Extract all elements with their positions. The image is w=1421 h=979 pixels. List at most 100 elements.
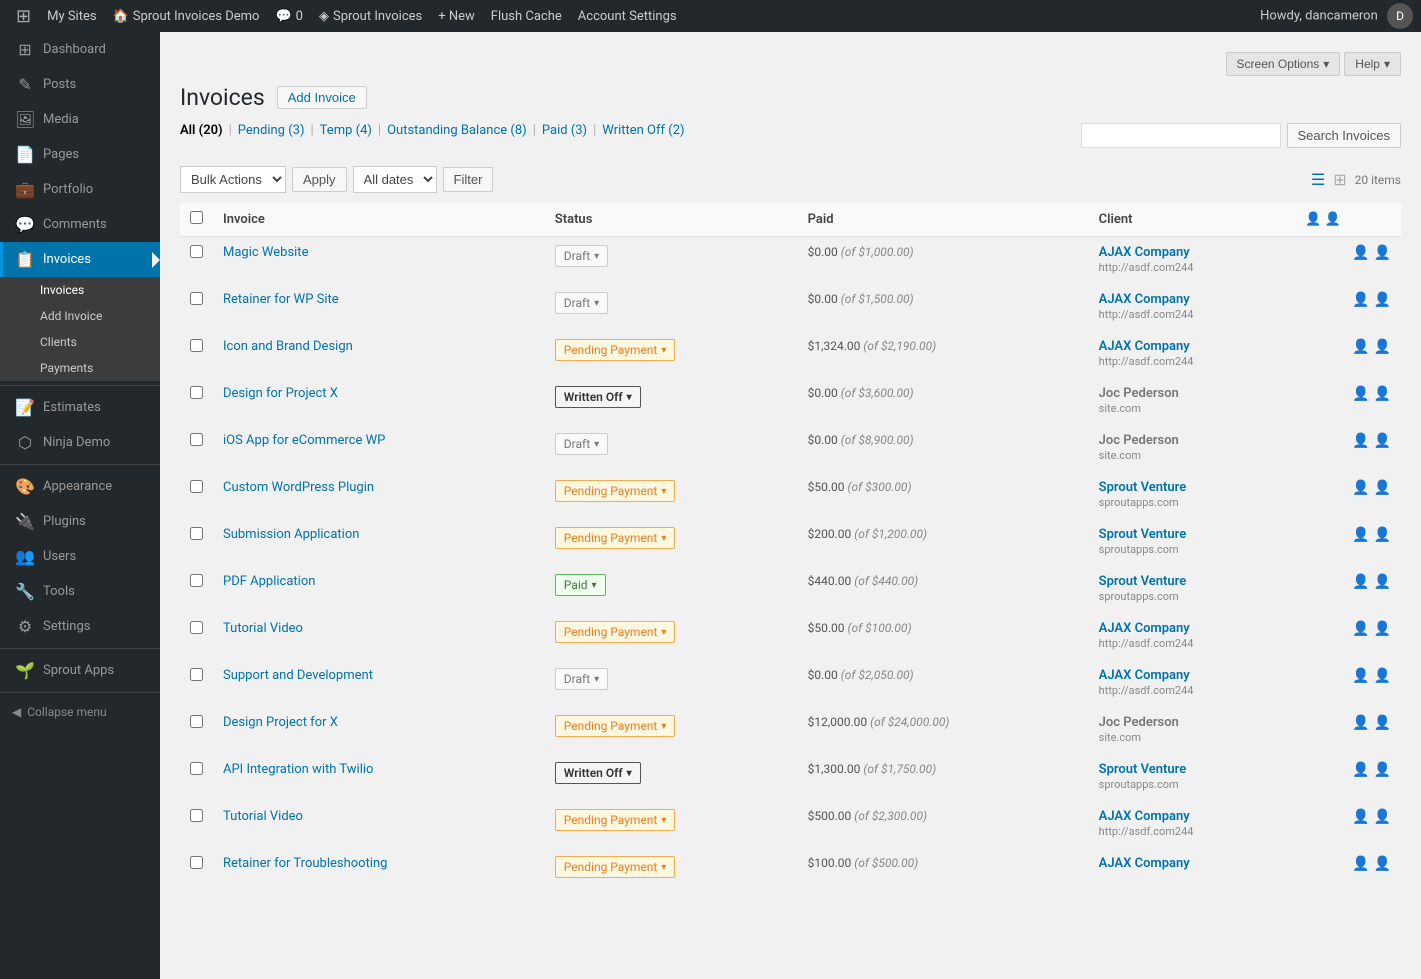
status-badge[interactable]: Pending Payment ▾	[555, 480, 676, 502]
view-icon[interactable]: 👤	[1374, 856, 1391, 872]
client-link[interactable]: AJAX Company	[1099, 245, 1190, 260]
my-sites-menu[interactable]: My Sites	[39, 0, 104, 32]
view-icon[interactable]: 👤	[1374, 668, 1391, 684]
invoice-link[interactable]: Tutorial Video	[223, 809, 303, 824]
view-icon[interactable]: 👤	[1374, 574, 1391, 590]
status-badge[interactable]: Draft ▾	[555, 245, 608, 267]
sidebar-item-comments[interactable]: 💬 Comments	[0, 207, 160, 242]
status-badge[interactable]: Pending Payment ▾	[555, 856, 676, 878]
row-checkbox[interactable]	[190, 245, 203, 258]
view-icon[interactable]: 👤	[1374, 480, 1391, 496]
flush-cache-link[interactable]: Flush Cache	[483, 0, 570, 32]
sidebar-item-sprout-apps[interactable]: 🌱 Sprout Apps	[0, 653, 160, 688]
row-checkbox[interactable]	[190, 668, 203, 681]
search-invoices-btn[interactable]: Search Invoices	[1287, 123, 1402, 148]
status-badge[interactable]: Written Off ▾	[555, 386, 641, 408]
filter-outstanding[interactable]: Outstanding Balance (8)	[387, 123, 527, 138]
client-link[interactable]: Joc Pederson	[1099, 433, 1179, 448]
edit-icon[interactable]: 👤	[1352, 715, 1369, 731]
status-badge[interactable]: Draft ▾	[555, 668, 608, 690]
row-checkbox[interactable]	[190, 762, 203, 775]
bulk-actions-select[interactable]: Bulk Actions	[180, 166, 286, 193]
client-link[interactable]: AJAX Company	[1099, 339, 1190, 354]
sidebar-item-pages[interactable]: 📄 Pages	[0, 137, 160, 172]
sidebar-item-tools[interactable]: 🔧 Tools	[0, 574, 160, 609]
select-all-checkbox[interactable]	[190, 211, 203, 224]
new-content-menu[interactable]: + New	[430, 0, 483, 32]
sidebar-item-dashboard[interactable]: ⊞ Dashboard	[0, 32, 160, 67]
invoice-link[interactable]: Tutorial Video	[223, 621, 303, 636]
invoice-link[interactable]: Magic Website	[223, 245, 308, 260]
view-icon[interactable]: 👤	[1374, 809, 1391, 825]
row-checkbox[interactable]	[190, 433, 203, 446]
submenu-clients[interactable]: Clients	[0, 329, 160, 355]
sidebar-item-invoices[interactable]: 📋 Invoices	[0, 242, 160, 277]
row-checkbox[interactable]	[190, 480, 203, 493]
status-badge[interactable]: Paid ▾	[555, 574, 606, 596]
apply-btn[interactable]: Apply	[292, 167, 347, 192]
edit-icon[interactable]: 👤	[1352, 809, 1369, 825]
wp-logo-icon[interactable]: ⊞	[8, 6, 39, 27]
sidebar-item-estimates[interactable]: 📝 Estimates	[0, 390, 160, 425]
edit-icon[interactable]: 👤	[1352, 433, 1369, 449]
view-icon[interactable]: 👤	[1374, 292, 1391, 308]
status-badge[interactable]: Pending Payment ▾	[555, 527, 676, 549]
invoice-link[interactable]: API Integration with Twilio	[223, 762, 373, 777]
site-name-menu[interactable]: 🏠 Sprout Invoices Demo	[105, 0, 268, 32]
account-settings-link[interactable]: Account Settings	[570, 0, 685, 32]
screen-options-btn[interactable]: Screen Options ▾	[1226, 52, 1341, 76]
invoice-link[interactable]: Retainer for WP Site	[223, 292, 339, 307]
invoice-link[interactable]: Custom WordPress Plugin	[223, 480, 374, 495]
date-filter-select[interactable]: All dates	[353, 166, 437, 193]
edit-icon[interactable]: 👤	[1352, 292, 1369, 308]
view-icon[interactable]: 👤	[1374, 245, 1391, 261]
filter-temp[interactable]: Temp (4)	[320, 123, 372, 138]
edit-icon[interactable]: 👤	[1352, 621, 1369, 637]
edit-icon[interactable]: 👤	[1352, 762, 1369, 778]
submenu-add-invoice[interactable]: Add Invoice	[0, 303, 160, 329]
filter-all[interactable]: All (20)	[180, 123, 223, 138]
comments-menu[interactable]: 💬 0	[267, 0, 311, 32]
invoice-link[interactable]: Submission Application	[223, 527, 359, 542]
grid-view-btn[interactable]: ⊞	[1333, 170, 1346, 189]
help-btn[interactable]: Help ▾	[1344, 52, 1401, 76]
client-link[interactable]: AJAX Company	[1099, 809, 1190, 824]
status-badge[interactable]: Draft ▾	[555, 292, 608, 314]
invoice-link[interactable]: Retainer for Troubleshooting	[223, 856, 388, 871]
client-link[interactable]: AJAX Company	[1099, 668, 1190, 683]
status-badge[interactable]: Pending Payment ▾	[555, 715, 676, 737]
client-link[interactable]: Sprout Venture	[1099, 527, 1187, 542]
sidebar-item-users[interactable]: 👥 Users	[0, 539, 160, 574]
sidebar-item-ninja-demo[interactable]: ⬡ Ninja Demo	[0, 425, 160, 460]
row-checkbox[interactable]	[190, 715, 203, 728]
view-icon[interactable]: 👤	[1374, 762, 1391, 778]
row-checkbox[interactable]	[190, 292, 203, 305]
invoice-link[interactable]: Design Project for X	[223, 715, 338, 730]
client-link[interactable]: AJAX Company	[1099, 856, 1190, 871]
submenu-payments[interactable]: Payments	[0, 355, 160, 381]
submenu-invoices[interactable]: Invoices	[0, 277, 160, 303]
sidebar-item-posts[interactable]: ✎ Posts	[0, 67, 160, 102]
edit-icon[interactable]: 👤	[1352, 339, 1369, 355]
row-checkbox[interactable]	[190, 574, 203, 587]
view-icon[interactable]: 👤	[1374, 386, 1391, 402]
view-icon[interactable]: 👤	[1374, 621, 1391, 637]
row-checkbox[interactable]	[190, 856, 203, 869]
edit-icon[interactable]: 👤	[1352, 386, 1369, 402]
client-link[interactable]: AJAX Company	[1099, 621, 1190, 636]
filter-pending[interactable]: Pending (3)	[238, 123, 305, 138]
client-link[interactable]: Joc Pederson	[1099, 715, 1179, 730]
invoice-link[interactable]: Design for Project X	[223, 386, 338, 401]
sidebar-item-media[interactable]: 🖼 Media	[0, 102, 160, 137]
invoice-link[interactable]: Support and Development	[223, 668, 373, 683]
sidebar-item-appearance[interactable]: 🎨 Appearance	[0, 469, 160, 504]
sidebar-item-portfolio[interactable]: 💼 Portfolio	[0, 172, 160, 207]
edit-icon[interactable]: 👤	[1352, 480, 1369, 496]
invoice-link[interactable]: iOS App for eCommerce WP	[223, 433, 385, 448]
collapse-menu-btn[interactable]: ◀ Collapse menu	[0, 697, 160, 727]
row-checkbox[interactable]	[190, 527, 203, 540]
status-badge[interactable]: Pending Payment ▾	[555, 809, 676, 831]
list-view-btn[interactable]: ☰	[1311, 170, 1325, 189]
row-checkbox[interactable]	[190, 339, 203, 352]
filter-btn[interactable]: Filter	[443, 167, 494, 192]
